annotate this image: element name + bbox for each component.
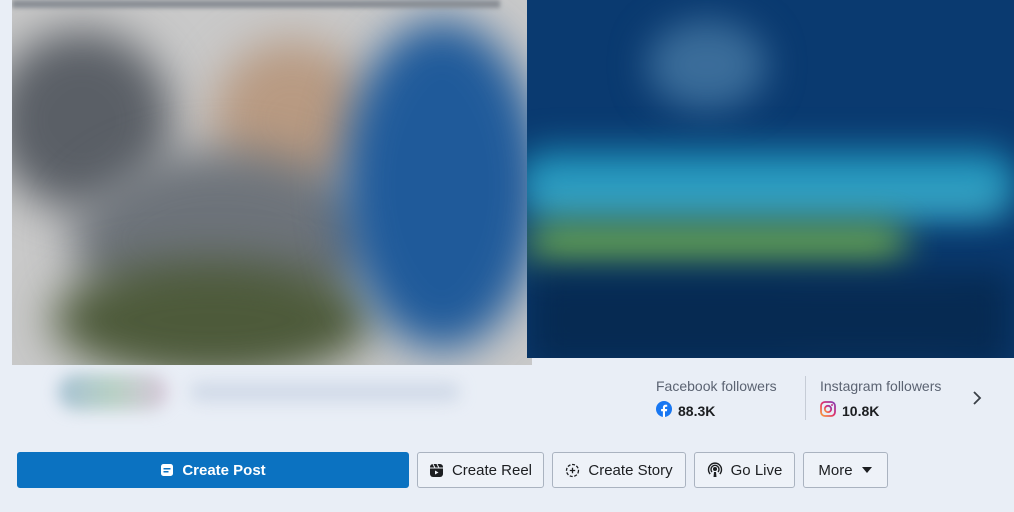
cover-banner (527, 0, 1014, 358)
live-icon (707, 462, 723, 478)
cover-photo (12, 0, 532, 365)
create-post-button[interactable]: Create Post (17, 452, 409, 488)
caret-down-icon (861, 466, 873, 474)
create-story-button[interactable]: Create Story (552, 452, 686, 488)
create-reel-label: Create Reel (451, 461, 533, 479)
chevron-right-icon[interactable] (970, 389, 984, 407)
facebook-followers-stat[interactable]: Facebook followers 88.3K (656, 378, 777, 420)
create-reel-button[interactable]: Create Reel (417, 452, 544, 488)
post-icon (160, 463, 174, 477)
facebook-followers-count: 88.3K (678, 402, 716, 419)
go-live-label: Go Live (730, 461, 783, 479)
instagram-icon (820, 401, 836, 420)
facebook-followers-label: Facebook followers (656, 378, 777, 394)
create-post-label: Create Post (182, 461, 266, 479)
more-button[interactable]: More (803, 452, 888, 488)
instagram-followers-label: Instagram followers (820, 378, 942, 394)
more-label: More (818, 461, 853, 479)
stats-divider (805, 376, 806, 420)
create-story-label: Create Story (588, 461, 673, 479)
instagram-followers-stat[interactable]: Instagram followers 10.8K (820, 378, 941, 420)
facebook-icon (656, 401, 672, 420)
story-icon (565, 463, 580, 478)
reel-icon (429, 463, 444, 478)
go-live-button[interactable]: Go Live (694, 452, 795, 488)
instagram-followers-count: 10.8K (842, 402, 880, 419)
profile-strip (40, 368, 480, 418)
